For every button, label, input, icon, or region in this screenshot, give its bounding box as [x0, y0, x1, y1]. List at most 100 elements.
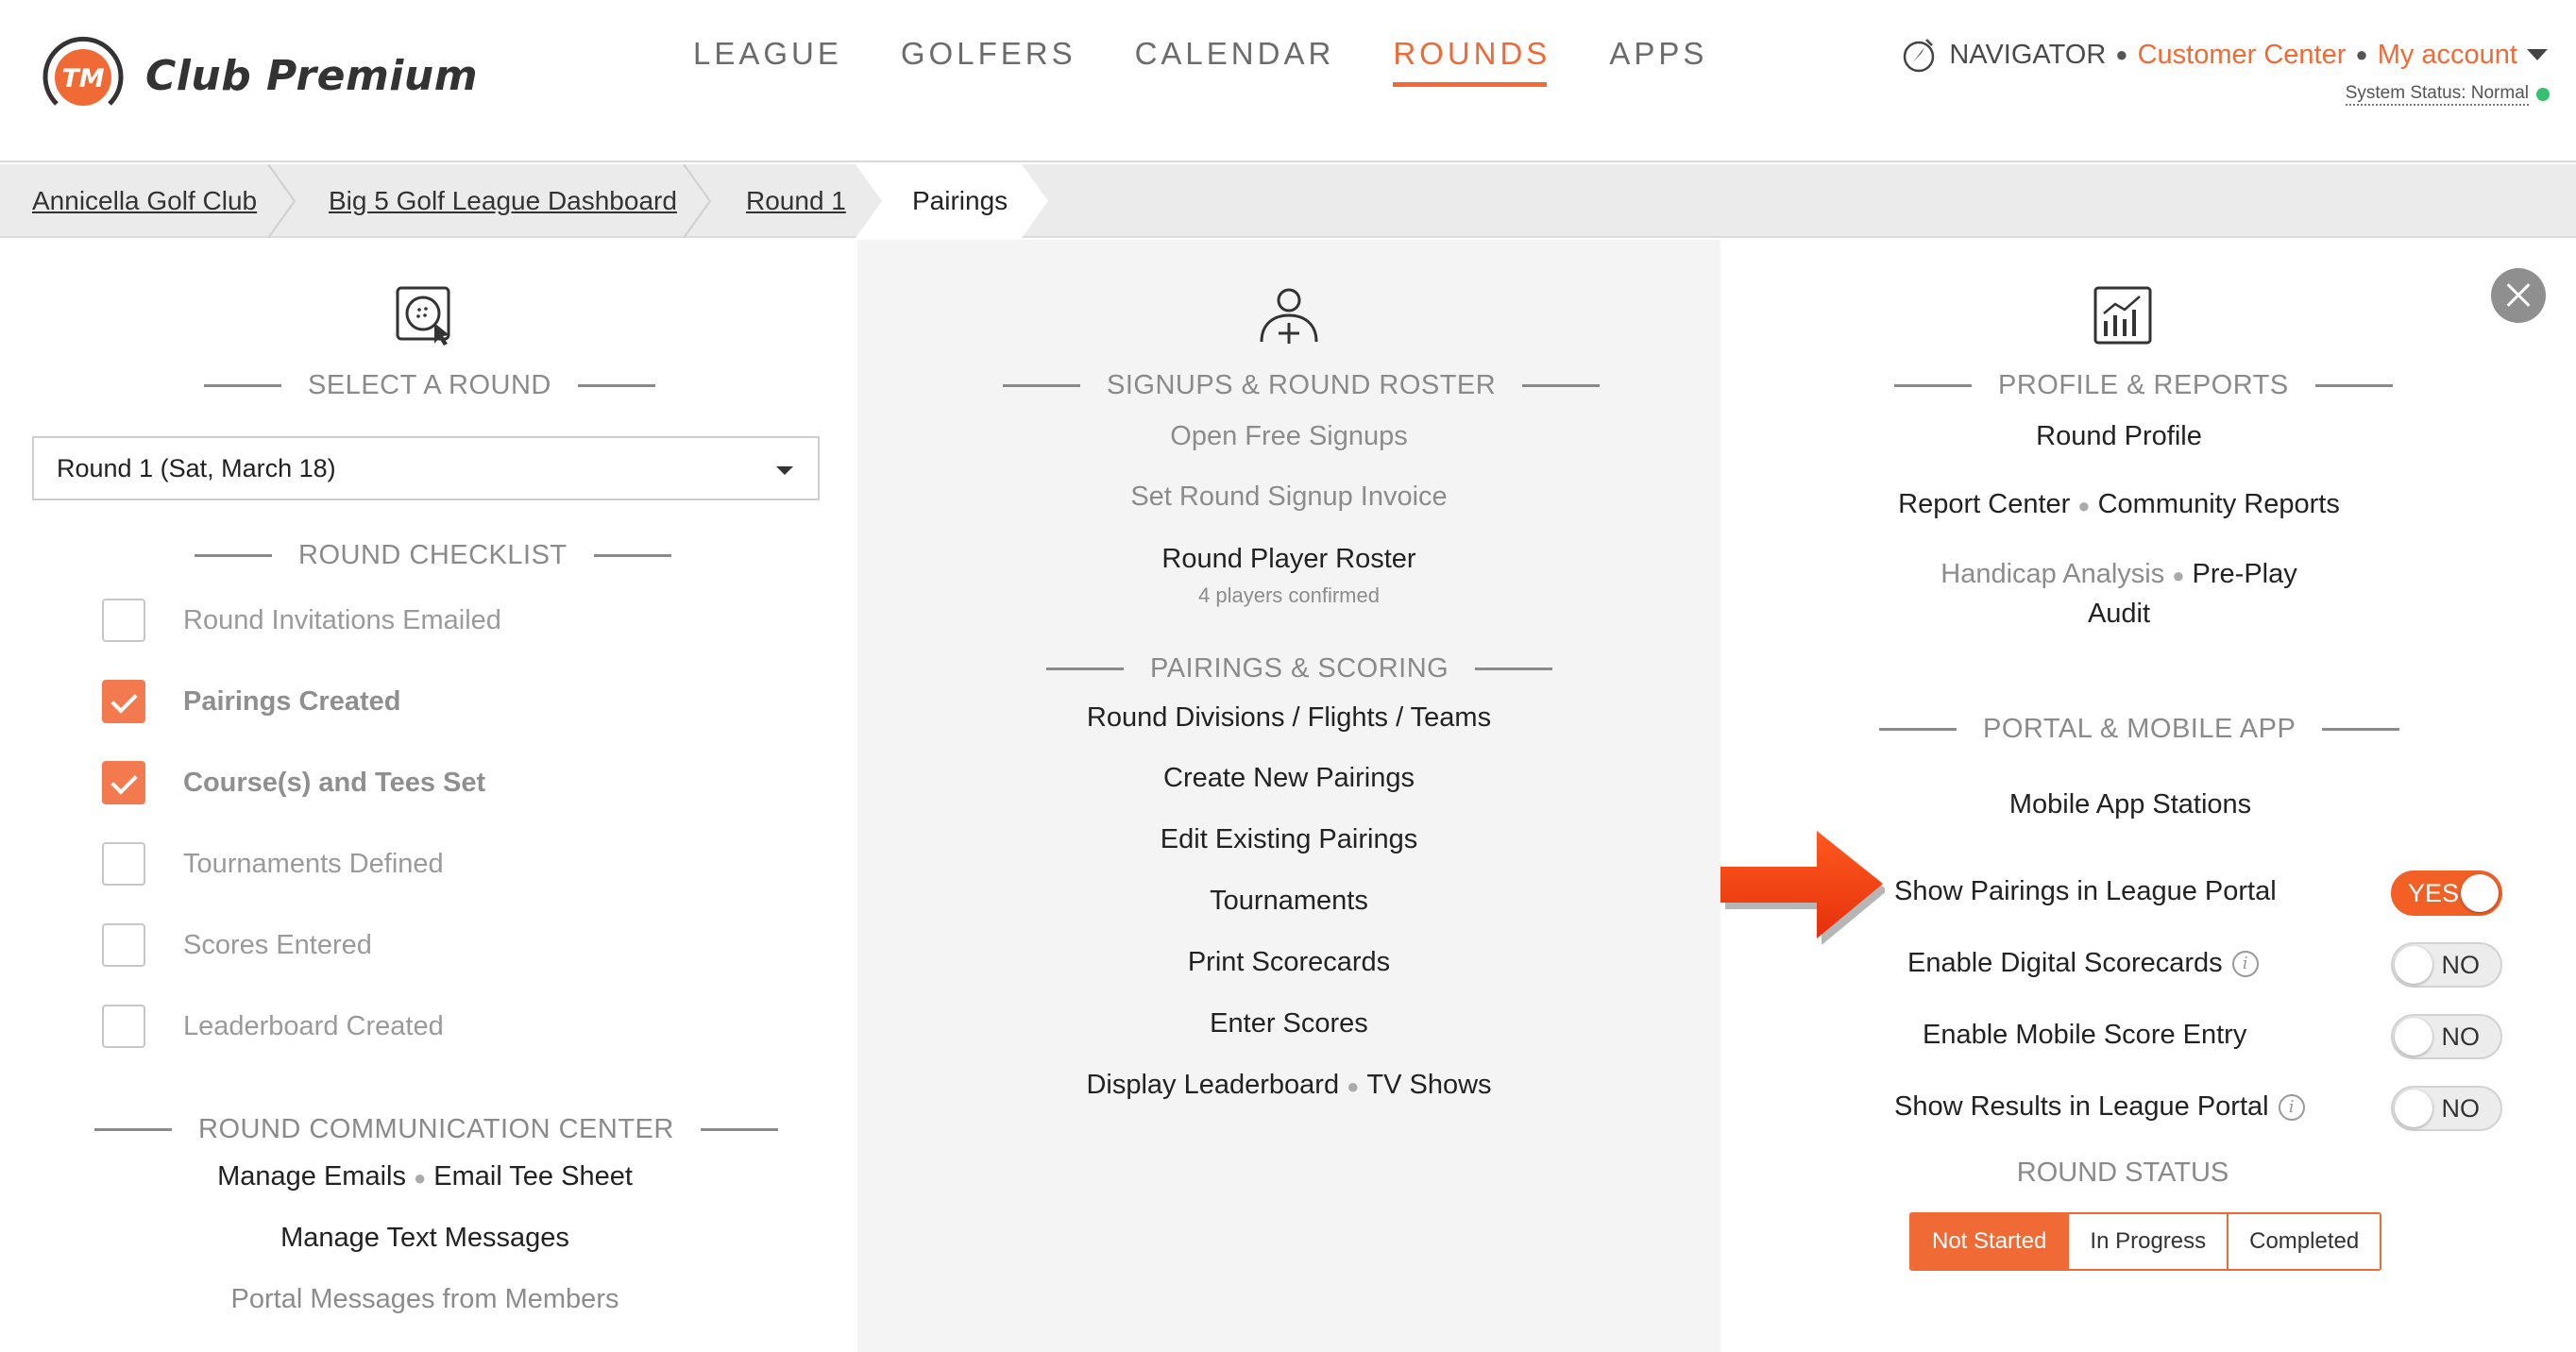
breadcrumb-current: Pairings [912, 186, 1008, 215]
round-status-selector: Not Started In Progress Completed [1909, 1212, 2382, 1271]
show-pairings-portal-label: Show Pairings in League Portal [1894, 876, 2277, 906]
compass-icon[interactable] [1900, 36, 1938, 74]
my-account-link[interactable]: My account [2378, 40, 2517, 71]
preplay-audit-link[interactable]: Pre-Play [2193, 559, 2297, 589]
checklist-item[interactable]: Scores Entered [102, 923, 372, 967]
checkbox-checked[interactable] [102, 680, 145, 723]
checkbox[interactable] [102, 1005, 145, 1048]
manage-text-messages-link[interactable]: Manage Text Messages [280, 1223, 569, 1254]
report-chart-icon [2093, 286, 2152, 345]
checkbox[interactable] [102, 599, 145, 642]
golf-ball-cursor-icon [396, 286, 450, 346]
round-select[interactable]: Round 1 (Sat, March 18) [32, 436, 820, 500]
enter-scores-link[interactable]: Enter Scores [1210, 1008, 1368, 1039]
chevron-down-icon[interactable] [2527, 49, 2548, 60]
portal-messages-link[interactable]: Portal Messages from Members [231, 1284, 619, 1315]
report-center-link[interactable]: Report Center [1898, 489, 2070, 519]
status-in-progress[interactable]: In Progress [2067, 1214, 2228, 1269]
brand-logo[interactable]: TM Club Premium [38, 28, 478, 123]
breadcrumb-dashboard[interactable]: Big 5 Golf League Dashboard [329, 164, 677, 238]
checklist-label: Leaderboard Created [183, 1010, 444, 1041]
roster-count: 4 players confirmed [1198, 583, 1380, 607]
separator-dot: ● [2115, 42, 2128, 66]
checklist-item[interactable]: Pairings Created [102, 680, 400, 723]
logo-mark-text: TM [61, 64, 104, 93]
digital-scorecards-toggle[interactable]: NO [2391, 942, 2502, 988]
print-scorecards-link[interactable]: Print Scorecards [1188, 947, 1390, 978]
customer-center-link[interactable]: Customer Center [2138, 40, 2347, 71]
breadcrumb-separator-icon [683, 164, 712, 238]
nav-rounds[interactable]: ROUNDS [1393, 36, 1551, 87]
checklist-item[interactable]: Tournaments Defined [102, 842, 444, 886]
checkbox-checked[interactable] [102, 761, 145, 804]
community-reports-link[interactable]: Community Reports [2098, 489, 2340, 519]
handicap-analysis-link[interactable]: Handicap Analysis [1940, 559, 2164, 589]
preplay-audit-link-line2[interactable]: Audit [2088, 599, 2150, 630]
mobile-app-stations-link[interactable]: Mobile App Stations [2009, 789, 2251, 820]
mobile-score-entry-label: Enable Mobile Score Entry [1923, 1020, 2247, 1050]
checklist-label: Round Invitations Emailed [183, 604, 501, 635]
system-status[interactable]: System Status: Normal [2345, 83, 2550, 106]
tv-shows-link[interactable]: TV Shows [1366, 1070, 1491, 1100]
brand-name: Club Premium [145, 51, 479, 100]
middle-panel [857, 240, 1720, 1352]
profile-reports-heading: PROFILE & REPORTS [1894, 370, 2393, 401]
nav-apps[interactable]: APPS [1609, 36, 1707, 85]
nav-calendar[interactable]: CALENDAR [1135, 36, 1335, 85]
edit-existing-pairings-link[interactable]: Edit Existing Pairings [1161, 824, 1417, 855]
show-pairings-portal-toggle[interactable]: YES [2391, 870, 2502, 916]
main-nav: LEAGUE GOLFERS CALENDAR ROUNDS APPS [693, 36, 1766, 87]
portal-mobile-heading: PORTAL & MOBILE APP [1879, 714, 2400, 745]
navigator-link[interactable]: NAVIGATOR [1949, 40, 2106, 71]
checklist-label: Pairings Created [183, 685, 401, 717]
status-ok-icon [2536, 88, 2550, 101]
digital-scorecards-label: Enable Digital Scorecards i [1907, 948, 2259, 979]
checklist-item[interactable]: Leaderboard Created [102, 1005, 444, 1048]
top-header: TM Club Premium LEAGUE GOLFERS CALENDAR … [0, 0, 2576, 162]
round-status-heading: ROUND STATUS [2016, 1158, 2229, 1188]
checklist-label: Tournaments Defined [183, 848, 444, 879]
mobile-score-entry-toggle[interactable]: NO [2391, 1014, 2502, 1059]
round-select-value: Round 1 (Sat, March 18) [57, 453, 336, 482]
info-icon[interactable]: i [2278, 1093, 2305, 1121]
nav-league[interactable]: LEAGUE [693, 36, 842, 85]
set-signup-invoice-link[interactable]: Set Round Signup Invoice [1130, 482, 1447, 513]
checklist-label: Course(s) and Tees Set [183, 767, 486, 798]
breadcrumb-club[interactable]: Annicella Golf Club [32, 164, 257, 238]
email-tee-sheet-link[interactable]: Email Tee Sheet [433, 1161, 633, 1191]
club-premium-logo-icon: TM [42, 36, 124, 106]
handicap-row: Handicap Analysis ● Pre-Play [1940, 559, 2297, 589]
checklist-item[interactable]: Course(s) and Tees Set [102, 761, 485, 804]
display-leaderboard-row: Display Leaderboard ● TV Shows [1086, 1070, 1492, 1100]
display-leaderboard-link[interactable]: Display Leaderboard [1086, 1070, 1339, 1100]
chevron-down-icon [776, 466, 793, 475]
nav-golfers[interactable]: GOLFERS [901, 36, 1076, 85]
close-icon[interactable] [2491, 268, 2546, 323]
breadcrumb-round[interactable]: Round 1 [746, 164, 846, 238]
status-completed[interactable]: Completed [2227, 1214, 2381, 1269]
manage-emails-link[interactable]: Manage Emails [217, 1161, 406, 1191]
info-icon[interactable]: i [2231, 950, 2259, 977]
show-results-portal-toggle[interactable]: NO [2391, 1086, 2502, 1131]
breadcrumb-separator-icon [267, 164, 297, 238]
round-divisions-link[interactable]: Round Divisions / Flights / Teams [1087, 702, 1491, 734]
breadcrumb: Annicella Golf Club Big 5 Golf League Da… [0, 164, 2576, 238]
system-status-text: System Status: Normal [2345, 83, 2529, 106]
round-player-roster-link[interactable]: Round Player Roster [1161, 544, 1415, 575]
round-profile-link[interactable]: Round Profile [2036, 421, 2202, 452]
checkbox[interactable] [102, 842, 145, 886]
tournaments-link[interactable]: Tournaments [1210, 886, 1368, 917]
pairings-scoring-heading: PAIRINGS & SCORING [1046, 653, 1553, 684]
checklist-item[interactable]: Round Invitations Emailed [102, 599, 501, 642]
communication-heading: ROUND COMMUNICATION CENTER [94, 1114, 778, 1145]
manage-emails-row: Manage Emails ● Email Tee Sheet [217, 1161, 633, 1191]
create-new-pairings-link[interactable]: Create New Pairings [1163, 763, 1415, 794]
report-center-row: Report Center ● Community Reports [1898, 489, 2340, 519]
red-arrow-icon [1720, 831, 1885, 945]
add-user-icon [1260, 288, 1318, 344]
checkbox[interactable] [102, 923, 145, 967]
signups-heading: SIGNUPS & ROUND ROSTER [1003, 370, 1601, 401]
status-not-started[interactable]: Not Started [1911, 1214, 2068, 1269]
separator-dot: ● [2355, 42, 2368, 66]
open-free-signups-link[interactable]: Open Free Signups [1170, 421, 1407, 452]
